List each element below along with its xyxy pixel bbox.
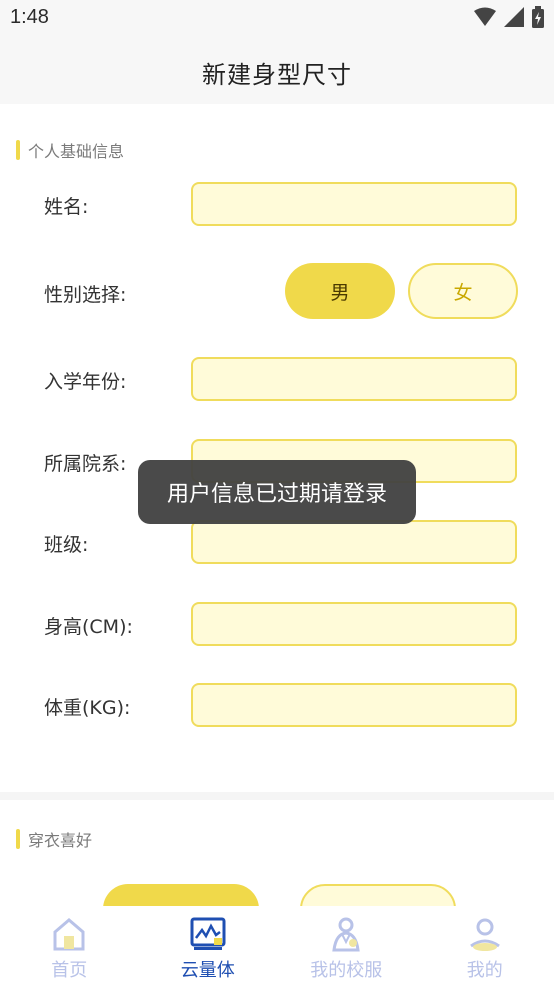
profile-icon xyxy=(465,914,505,954)
class-input[interactable] xyxy=(191,520,517,564)
enroll-year-label: 入学年份: xyxy=(44,371,127,393)
gender-male-label: 男 xyxy=(330,281,350,304)
toast-message: 用户信息已过期请登录 xyxy=(166,482,387,507)
gender-female-label: 女 xyxy=(453,281,473,304)
tab-uniform[interactable]: 我的校服 xyxy=(277,906,416,984)
status-icons xyxy=(474,6,544,28)
wifi-icon xyxy=(474,7,496,26)
name-input[interactable] xyxy=(191,182,517,226)
status-time: 1:48 xyxy=(10,6,49,28)
tab-measure-label: 云量体 xyxy=(180,960,235,981)
preferences-title: 穿衣喜好 xyxy=(28,831,93,850)
tab-profile[interactable]: 我的 xyxy=(416,906,554,984)
weight-label: 体重(KG): xyxy=(44,697,131,719)
preferences-header: 穿衣喜好 xyxy=(16,827,92,851)
bottom-tabbar: 首页 云量体 我的校服 我的 xyxy=(0,906,554,984)
tab-home[interactable]: 首页 xyxy=(0,906,139,984)
battery-icon xyxy=(532,6,544,28)
basic-info-header: 个人基础信息 xyxy=(16,138,124,162)
title-bar: 新建身型尺寸 xyxy=(0,40,554,104)
tab-uniform-label: 我的校服 xyxy=(310,960,383,981)
uniform-icon xyxy=(326,914,366,954)
toast: 用户信息已过期请登录 xyxy=(138,460,416,524)
home-icon xyxy=(49,914,89,954)
name-label: 姓名: xyxy=(44,196,89,218)
gender-label: 性别选择: xyxy=(44,284,127,306)
tab-profile-label: 我的 xyxy=(466,960,503,981)
enroll-year-input[interactable] xyxy=(191,357,517,401)
page-title: 新建身型尺寸 xyxy=(202,60,352,89)
weight-input[interactable] xyxy=(191,683,517,727)
section-divider xyxy=(0,792,554,800)
section-accent-bar xyxy=(16,140,20,160)
status-bar: 1:48 xyxy=(0,0,554,40)
height-label: 身高(CM): xyxy=(44,616,133,638)
basic-info-title: 个人基础信息 xyxy=(28,142,125,161)
tab-home-label: 首页 xyxy=(51,960,88,981)
class-label: 班级: xyxy=(44,534,89,556)
tab-measure[interactable]: 云量体 xyxy=(139,906,278,984)
department-label: 所属院系: xyxy=(44,453,127,475)
preferences-section: 穿衣喜好 xyxy=(0,800,554,906)
height-input[interactable] xyxy=(191,602,517,646)
signal-icon xyxy=(504,7,524,27)
measure-chart-icon xyxy=(188,914,228,954)
gender-female-button[interactable]: 女 xyxy=(408,263,518,319)
gender-male-button[interactable]: 男 xyxy=(285,263,395,319)
section-accent-bar xyxy=(16,829,20,849)
